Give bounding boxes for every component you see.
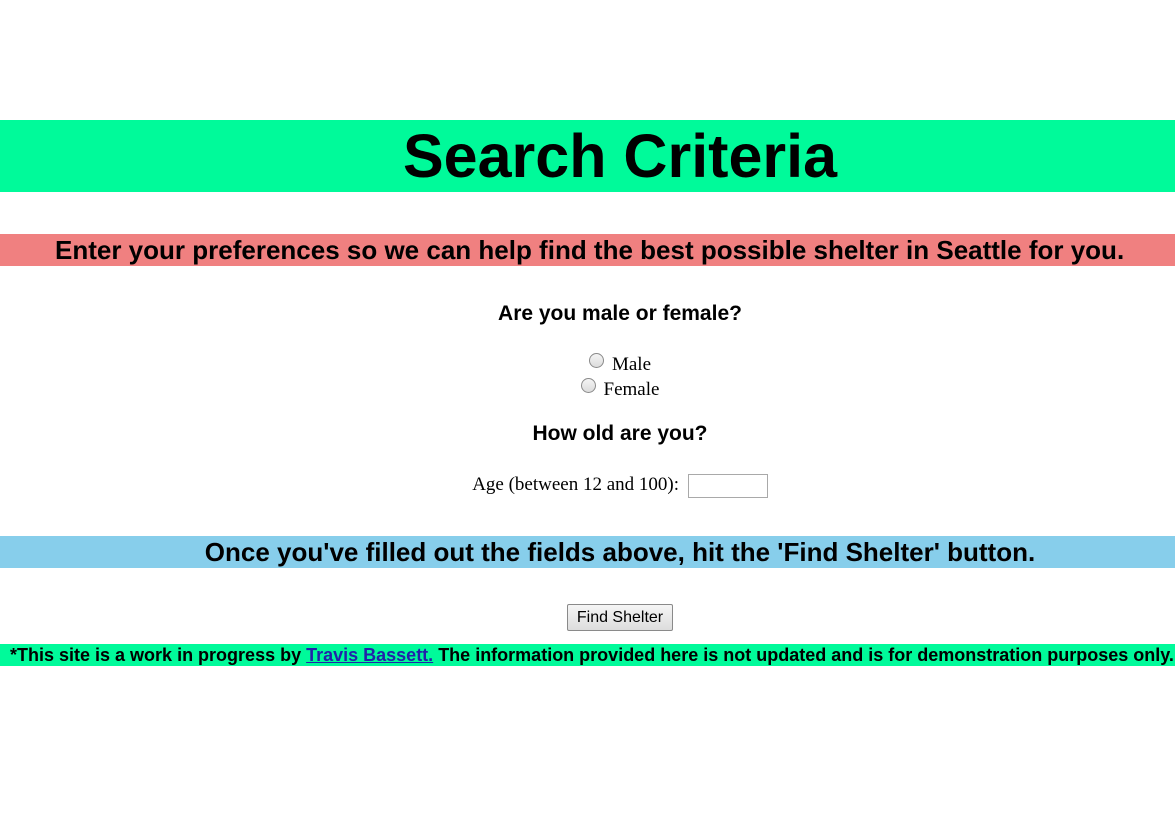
female-radio[interactable]	[580, 378, 596, 393]
female-label: Female	[603, 379, 660, 400]
male-radio[interactable]	[588, 353, 604, 368]
button-row: Find Shelter	[0, 604, 1175, 631]
gender-option-female[interactable]: Female	[0, 377, 1175, 402]
page-title: Search Criteria	[0, 120, 1175, 192]
footer-banner: *This site is a work in progress by Trav…	[0, 644, 1175, 666]
hint-banner: Once you've filled out the fields above,…	[0, 536, 1175, 568]
footer-suffix: The information provided here is not upd…	[433, 645, 1174, 665]
page: Search Criteria Enter your preferences s…	[0, 0, 1175, 835]
intro-banner: Enter your preferences so we can help fi…	[0, 234, 1175, 266]
gender-option-male[interactable]: Male	[0, 352, 1175, 377]
male-label: Male	[611, 354, 652, 375]
author-link[interactable]: Travis Bassett.	[306, 645, 433, 665]
age-question: How old are you?	[532, 422, 708, 445]
footer-prefix: *This site is a work in progress by	[10, 645, 307, 665]
age-input[interactable]	[687, 473, 768, 498]
find-shelter-button[interactable]: Find Shelter	[566, 604, 674, 631]
age-label: Age (between 12 and 100):	[472, 474, 680, 495]
age-row: Age (between 12 and 100):	[0, 472, 1175, 498]
gender-question: Are you male or female?	[498, 302, 742, 325]
